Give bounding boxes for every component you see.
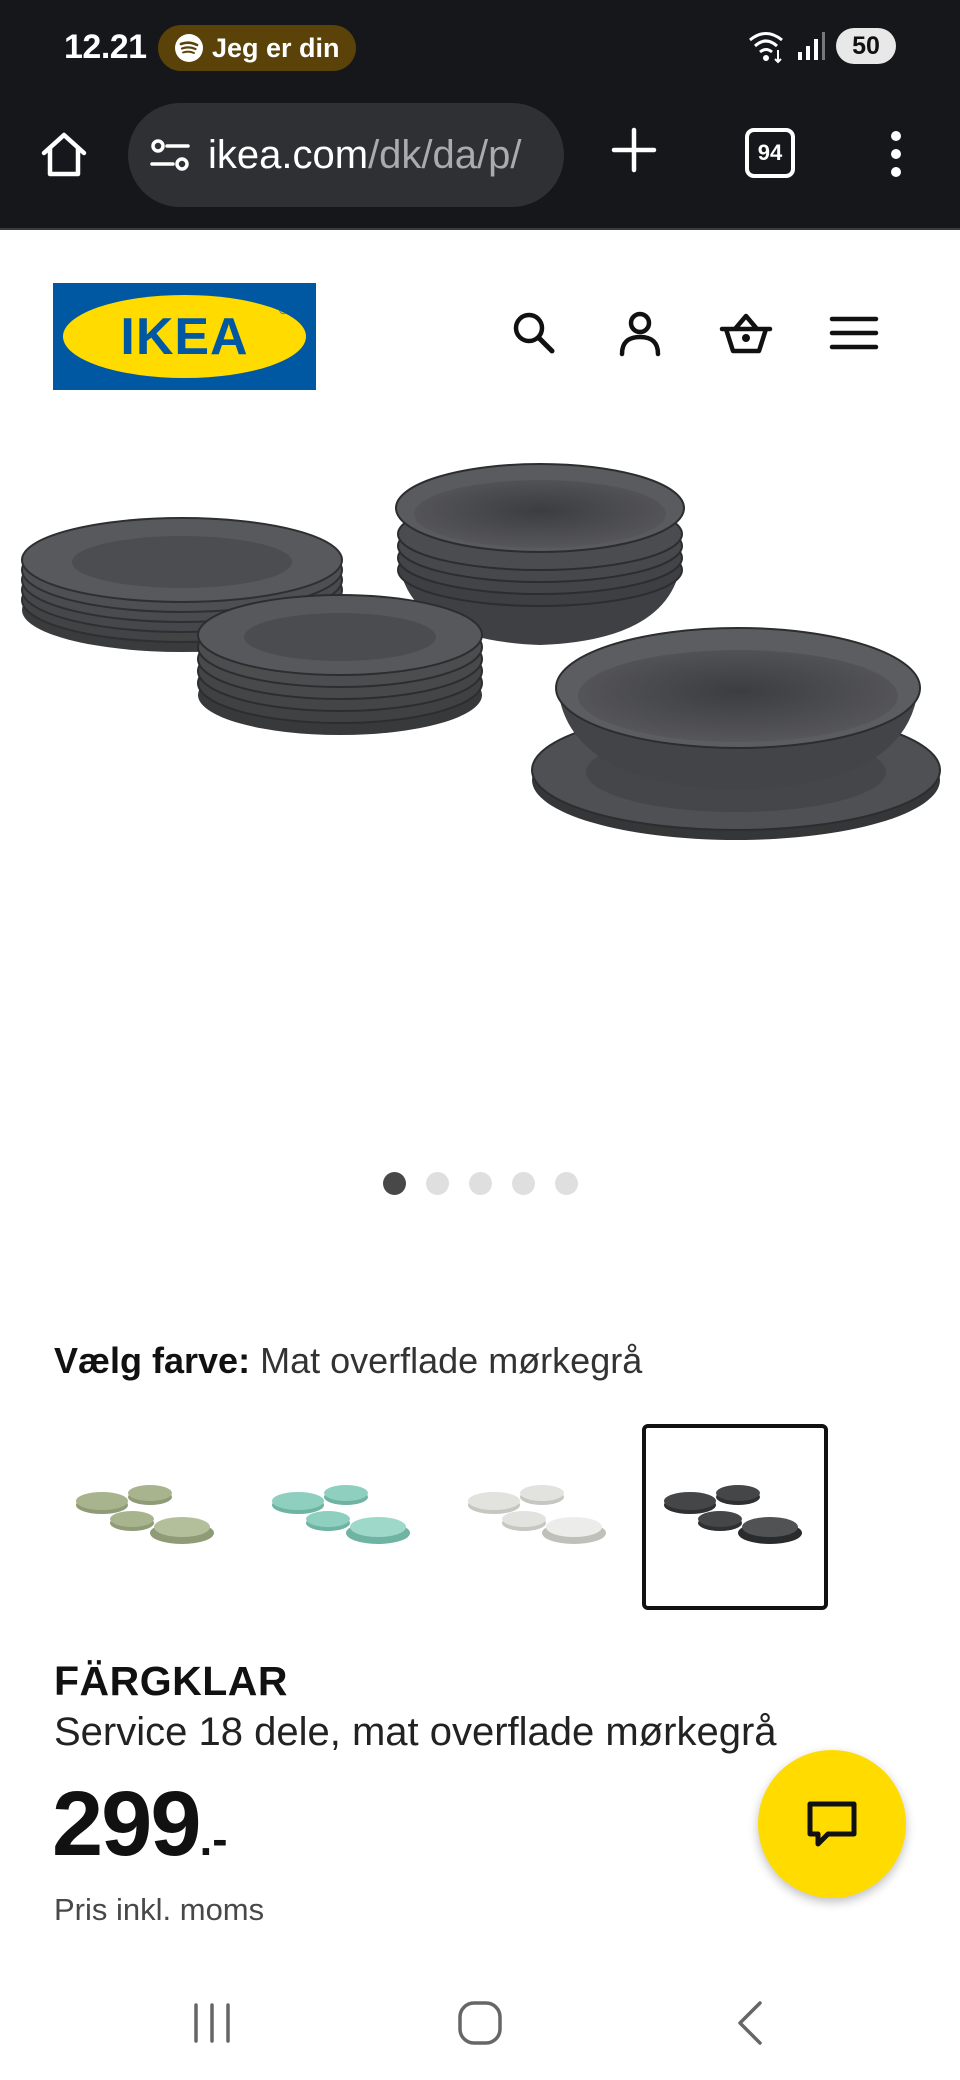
new-tab-icon[interactable] bbox=[606, 122, 662, 178]
chat-button[interactable] bbox=[758, 1750, 906, 1898]
carousel-dot-3[interactable] bbox=[468, 1172, 492, 1195]
swatch-green[interactable] bbox=[54, 1424, 240, 1610]
account-icon[interactable] bbox=[612, 305, 668, 361]
logo-oval: IKEA bbox=[63, 295, 306, 378]
place-setting bbox=[531, 627, 941, 840]
media-pill[interactable]: Jeg er din bbox=[158, 25, 356, 71]
chat-icon bbox=[807, 1801, 857, 1847]
system-nav-bar bbox=[0, 1965, 960, 2080]
basket-icon[interactable] bbox=[718, 305, 774, 361]
logo-text: IKEA bbox=[120, 307, 249, 366]
search-icon[interactable] bbox=[506, 305, 562, 361]
signal-icon bbox=[798, 32, 825, 60]
swatch-dark-grey-thumbnail bbox=[664, 1485, 802, 1544]
image-carousel-dots bbox=[0, 1172, 960, 1195]
status-bar: 12.21 Jeg er din 50 bbox=[0, 0, 960, 100]
swatch-dark-grey[interactable] bbox=[642, 1424, 828, 1610]
carousel-dot-4[interactable] bbox=[511, 1172, 535, 1195]
registered-mark-icon: ® bbox=[279, 303, 288, 317]
carousel-dot-2[interactable] bbox=[425, 1172, 449, 1195]
swatch-green-thumbnail bbox=[76, 1485, 214, 1544]
swatch-turquoise[interactable] bbox=[250, 1424, 436, 1610]
browser-toolbar: ikea.com/dk/da/p/ 94 bbox=[0, 100, 960, 230]
status-time: 12.21 bbox=[64, 28, 147, 66]
product-price: 299.- bbox=[52, 1772, 228, 1877]
product-image[interactable] bbox=[0, 440, 960, 870]
carousel-dot-5[interactable] bbox=[554, 1172, 578, 1195]
battery-icon: 50 bbox=[836, 28, 896, 64]
url-text: ikea.com/dk/da/p/ bbox=[208, 133, 522, 178]
url-host: ikea.com bbox=[208, 132, 369, 177]
side-plate-stack bbox=[197, 594, 483, 735]
color-label-value: Mat overflade mørkegrå bbox=[260, 1340, 643, 1381]
ikea-logo[interactable]: IKEA ® bbox=[53, 283, 316, 390]
back-icon[interactable] bbox=[722, 1993, 782, 2053]
price-suffix: .- bbox=[199, 1813, 228, 1865]
color-swatch-list bbox=[54, 1424, 828, 1610]
carousel-dot-1[interactable] bbox=[382, 1172, 406, 1195]
address-bar[interactable]: ikea.com/dk/da/p/ bbox=[128, 103, 564, 207]
product-name: FÄRGKLAR bbox=[54, 1658, 289, 1704]
swatch-light-grey[interactable] bbox=[446, 1424, 632, 1610]
home-icon[interactable] bbox=[36, 126, 92, 182]
tab-count: 94 bbox=[757, 140, 783, 165]
hamburger-menu-icon[interactable] bbox=[826, 305, 882, 361]
price-note: Pris inkl. moms bbox=[54, 1892, 265, 1927]
price-value: 299 bbox=[52, 1773, 201, 1875]
product-description: Service 18 dele, mat overflade mørkegrå bbox=[54, 1710, 777, 1754]
color-selector-label: Vælg farve: Mat overflade mørkegrå bbox=[54, 1340, 642, 1382]
menu-icon[interactable] bbox=[880, 126, 912, 182]
wifi-icon bbox=[749, 32, 783, 64]
media-pill-text: Jeg er din bbox=[212, 32, 340, 63]
swatch-light-grey-thumbnail bbox=[468, 1485, 606, 1544]
spotify-icon bbox=[175, 34, 203, 62]
color-label-key: Vælg farve: bbox=[54, 1340, 251, 1381]
site-settings-icon[interactable] bbox=[148, 133, 192, 177]
swatch-turquoise-thumbnail bbox=[272, 1485, 410, 1544]
recent-apps-icon[interactable] bbox=[182, 1993, 242, 2053]
status-icons: 50 bbox=[746, 28, 896, 64]
url-path: /dk/da/p/ bbox=[368, 132, 522, 177]
home-nav-icon[interactable] bbox=[450, 1993, 510, 2053]
tab-switcher-icon[interactable]: 94 bbox=[745, 128, 795, 178]
